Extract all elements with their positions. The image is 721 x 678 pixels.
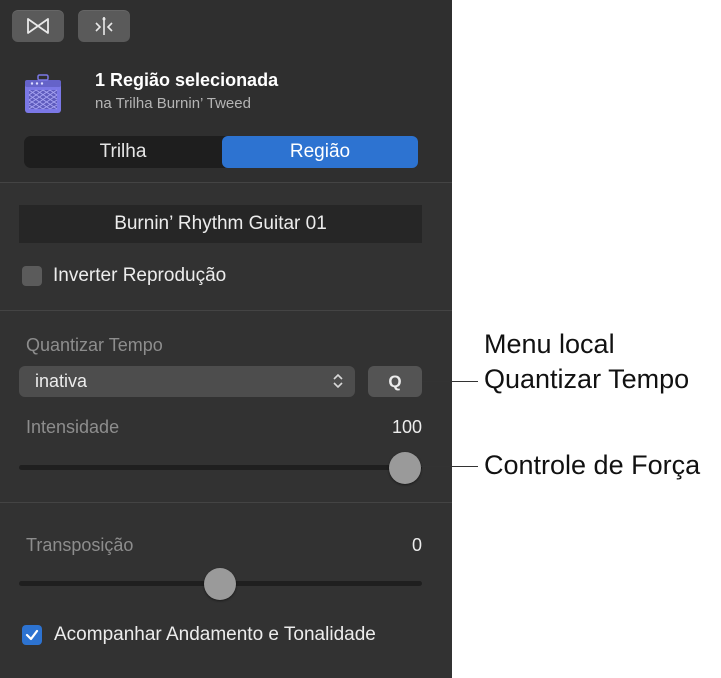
strength-slider-knob[interactable] bbox=[389, 452, 421, 484]
transpose-value: 0 bbox=[411, 535, 422, 555]
section-divider-1 bbox=[0, 310, 452, 311]
amp-icon bbox=[25, 74, 61, 113]
region-inspector-panel: 1 Região selecionada na Trilha Burnin’ T… bbox=[0, 0, 452, 678]
header-divider bbox=[0, 182, 452, 183]
transpose-slider-knob[interactable] bbox=[204, 568, 236, 600]
region-name-field[interactable]: Burnin’ Rhythm Guitar 01 bbox=[19, 205, 422, 243]
strength-label: Intensidade bbox=[26, 417, 120, 437]
inspector-tab-control: Trilha Região bbox=[24, 136, 418, 168]
checkmark-icon bbox=[25, 629, 39, 641]
toolbar-button-1[interactable] bbox=[12, 10, 64, 42]
reverse-playback-label: Inverter Reprodução bbox=[53, 265, 227, 286]
follow-tempo-checkbox[interactable] bbox=[22, 625, 42, 645]
quantize-section-label: Quantizar Tempo bbox=[26, 335, 163, 355]
quantize-q-button[interactable]: Q bbox=[368, 366, 422, 397]
follow-tempo-label: Acompanhar Andamento e Tonalidade bbox=[54, 624, 376, 645]
reverse-playback-checkbox[interactable] bbox=[22, 266, 42, 286]
tab-track[interactable]: Trilha bbox=[24, 136, 222, 168]
selection-title: 1 Região selecionada bbox=[95, 70, 279, 90]
strength-value: 100 bbox=[391, 417, 422, 437]
section-divider-2 bbox=[0, 502, 452, 503]
strength-slider-track[interactable] bbox=[19, 465, 422, 470]
tab-region[interactable]: Região bbox=[222, 136, 418, 168]
merge-split-icon bbox=[95, 17, 113, 35]
strength-callout-line bbox=[421, 466, 478, 467]
quantize-popup-menu[interactable]: inativa bbox=[19, 366, 355, 397]
quantize-callout-line2: Quantizar Tempo bbox=[484, 364, 690, 394]
transpose-label: Transposição bbox=[26, 535, 134, 555]
quantize-callout-line bbox=[422, 381, 478, 382]
quantize-popup-value: inativa bbox=[35, 371, 88, 391]
chevron-updown-icon bbox=[333, 373, 343, 389]
toolbar-button-2[interactable] bbox=[78, 10, 130, 42]
strength-callout: Controle de Força bbox=[484, 450, 701, 480]
bowtie-icon bbox=[27, 18, 49, 34]
quantize-callout-line1: Menu local bbox=[484, 329, 615, 359]
selection-subtitle: na Trilha Burnin’ Tweed bbox=[95, 95, 251, 112]
